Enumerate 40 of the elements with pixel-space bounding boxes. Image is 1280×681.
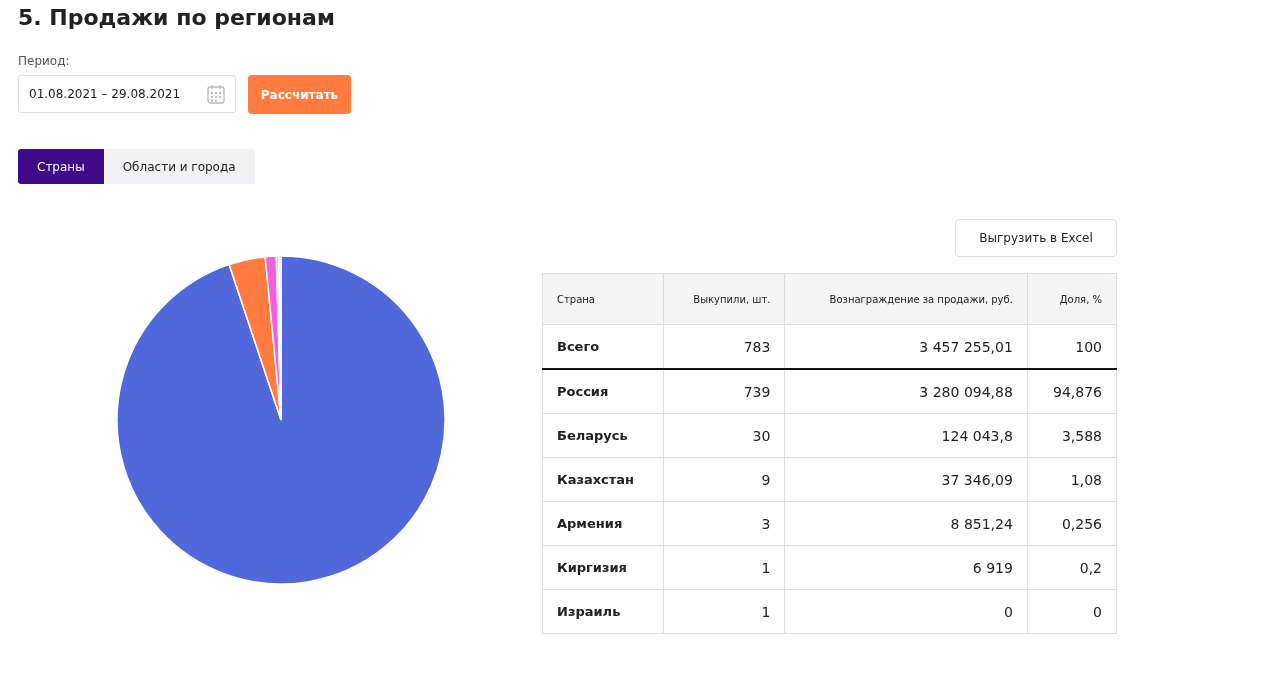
- table-cell: 3 457 255,01: [784, 324, 1028, 369]
- table-cell: 3: [663, 501, 785, 546]
- table-cell: Киргизия: [542, 545, 664, 590]
- tab[interactable]: Области и города: [103, 149, 255, 184]
- table-cell: Армения: [542, 501, 664, 546]
- column-header: Выкупили, шт.: [663, 273, 785, 325]
- table-cell: 0,256: [1027, 501, 1117, 546]
- table-cell: 30: [663, 413, 785, 458]
- table-cell: 124 043,8: [784, 413, 1028, 458]
- table-cell: 37 346,09: [784, 457, 1028, 502]
- tab[interactable]: Страны: [18, 149, 104, 184]
- table-cell: Беларусь: [542, 413, 664, 458]
- table-cell: 0: [1027, 589, 1117, 634]
- period-label: Период:: [18, 54, 71, 68]
- table-cell: 8 851,24: [784, 501, 1028, 546]
- date-range-value: 01.08.2021 – 29.08.2021: [29, 87, 181, 101]
- table-cell: 100: [1027, 324, 1117, 369]
- column-header: Страна: [542, 273, 664, 325]
- export-excel-button[interactable]: Выгрузить в Excel: [955, 219, 1117, 257]
- table-cell: 1,08: [1027, 457, 1117, 502]
- table-cell: 783: [663, 324, 785, 369]
- table-cell: 739: [663, 369, 785, 414]
- table-cell: 9: [663, 457, 785, 502]
- column-header: Доля, %: [1027, 273, 1117, 325]
- page-heading: 5. Продажи по регионам: [18, 4, 336, 32]
- table-cell: 0,2: [1027, 545, 1117, 590]
- table-cell: 1: [663, 545, 785, 590]
- table-cell: Всего: [542, 324, 664, 369]
- table-cell: 1: [663, 589, 785, 634]
- table-cell: Израиль: [542, 589, 664, 634]
- table-cell: 94,876: [1027, 369, 1117, 414]
- table-cell: 6 919: [784, 545, 1028, 590]
- calendar-icon[interactable]: [207, 84, 225, 104]
- table-cell: 3,588: [1027, 413, 1117, 458]
- date-range-field[interactable]: 01.08.2021 – 29.08.2021: [18, 75, 236, 113]
- column-header: Вознаграждение за продажи, руб.: [784, 273, 1028, 325]
- table-cell: Казахстан: [542, 457, 664, 502]
- table-cell: 0: [784, 589, 1028, 634]
- table-cell: Россия: [542, 369, 664, 414]
- table-cell: 3 280 094,88: [784, 369, 1028, 414]
